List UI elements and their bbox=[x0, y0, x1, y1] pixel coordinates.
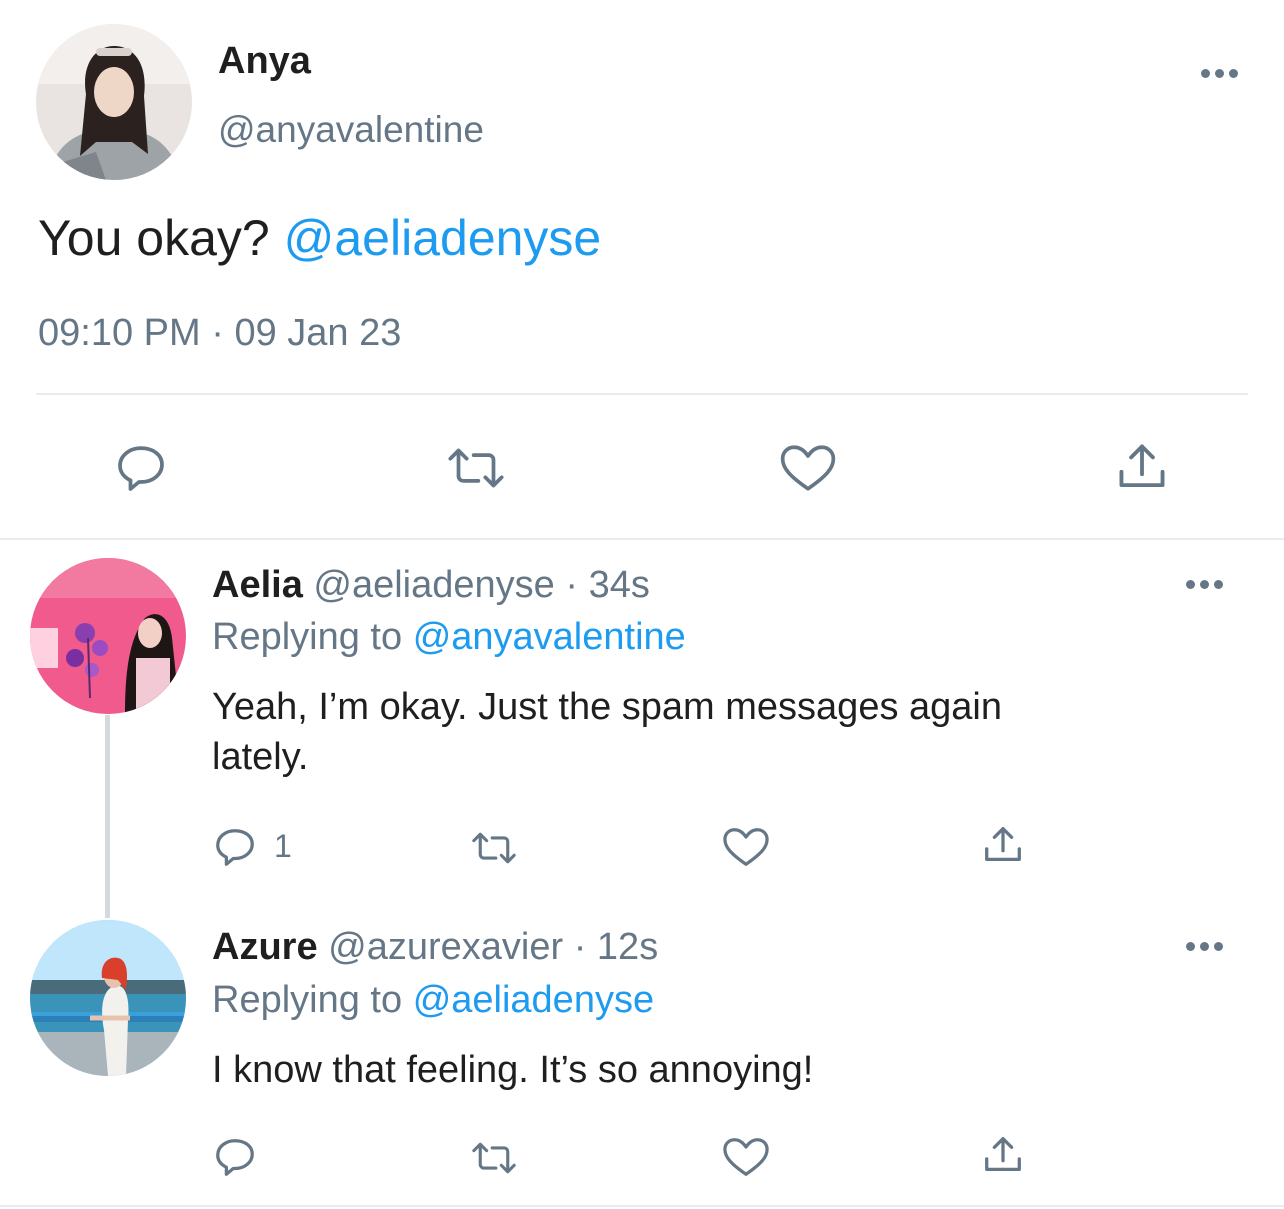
reply-text: Yeah, I’m okay. Just the spam messages a… bbox=[212, 682, 1002, 782]
speech-bubble-icon bbox=[118, 446, 164, 491]
reply-more-options-button[interactable] bbox=[1186, 942, 1223, 951]
replying-to-line: Replying to @anyavalentine bbox=[212, 614, 686, 660]
reply-header: Aelia @aeliadenyse · 34s bbox=[212, 562, 650, 608]
reply-more-options-button[interactable] bbox=[1186, 580, 1223, 589]
reply-age: 34s bbox=[588, 564, 650, 606]
reply-author-handle[interactable]: @aeliadenyse bbox=[313, 564, 554, 606]
replying-to-handle[interactable]: @aeliadenyse bbox=[413, 979, 654, 1021]
reply-button[interactable] bbox=[212, 824, 258, 870]
retweet-button[interactable] bbox=[466, 1136, 522, 1180]
retweet-button[interactable] bbox=[466, 826, 522, 870]
reply-button[interactable] bbox=[212, 1134, 258, 1180]
like-button[interactable] bbox=[721, 1134, 771, 1180]
avatar-aelia[interactable] bbox=[30, 558, 186, 714]
reply-text: I know that feeling. It’s so annoying! bbox=[212, 1049, 814, 1091]
more-options-icon bbox=[1186, 580, 1195, 589]
retweet-button[interactable] bbox=[441, 440, 511, 496]
share-button[interactable] bbox=[1113, 438, 1171, 496]
like-button[interactable] bbox=[721, 824, 771, 870]
share-button[interactable] bbox=[980, 1132, 1026, 1178]
replying-to-handle[interactable]: @anyavalentine bbox=[413, 616, 686, 658]
avatar-aelia-image bbox=[30, 558, 186, 714]
tweet-mention-link[interactable]: @aeliadenyse bbox=[284, 210, 602, 266]
reply-text-line-1: Yeah, I’m okay. Just the spam messages a… bbox=[212, 686, 1002, 728]
more-options-button[interactable] bbox=[1201, 69, 1238, 78]
reply-author-name[interactable]: Azure bbox=[212, 926, 318, 968]
tweet-divider bbox=[36, 393, 1248, 395]
share-upload-icon bbox=[985, 1137, 1021, 1172]
bottom-divider bbox=[0, 1205, 1284, 1207]
more-options-icon bbox=[1201, 69, 1210, 78]
reply-author-handle[interactable]: @azurexavier bbox=[328, 926, 563, 968]
reply-count: 1 bbox=[274, 828, 292, 864]
replying-to-label: Replying to bbox=[212, 979, 403, 1021]
share-upload-icon bbox=[1119, 444, 1165, 488]
speech-bubble-icon bbox=[216, 829, 254, 866]
reply-dot: · bbox=[573, 926, 587, 968]
tweet-date: 09 Jan 23 bbox=[234, 312, 402, 354]
avatar-azure-image bbox=[30, 920, 186, 1076]
share-upload-icon bbox=[985, 827, 1021, 862]
heart-icon bbox=[723, 828, 769, 866]
heart-icon bbox=[723, 1138, 769, 1176]
avatar-azure[interactable] bbox=[30, 920, 186, 1076]
reply-age: 12s bbox=[596, 926, 659, 968]
tweet-text: You okay? @aeliadenyse bbox=[38, 208, 601, 268]
reply-text-line-2: lately. bbox=[212, 736, 309, 778]
author-name[interactable]: Anya bbox=[218, 38, 311, 84]
section-divider bbox=[0, 538, 1284, 540]
tweet-time-separator: · bbox=[211, 312, 224, 354]
reply-button[interactable] bbox=[113, 440, 169, 496]
avatar-anya-image bbox=[36, 24, 192, 180]
heart-icon bbox=[780, 445, 836, 491]
reply-header: Azure @azurexavier · 12s bbox=[212, 924, 658, 970]
more-options-icon bbox=[1186, 942, 1195, 951]
tweet-text-body: You okay? bbox=[38, 210, 270, 266]
thread-line bbox=[105, 715, 110, 918]
share-button[interactable] bbox=[980, 822, 1026, 868]
replying-to-label: Replying to bbox=[212, 616, 403, 658]
tweet-time: 09:10 PM bbox=[38, 312, 201, 354]
retweet-arrows-icon bbox=[448, 448, 504, 488]
retweet-arrows-icon bbox=[472, 1142, 516, 1174]
retweet-arrows-icon bbox=[472, 832, 516, 864]
avatar-anya[interactable] bbox=[36, 24, 192, 180]
speech-bubble-icon bbox=[216, 1139, 254, 1176]
replying-to-line: Replying to @aeliadenyse bbox=[212, 977, 654, 1023]
reply-dot: · bbox=[565, 564, 579, 606]
like-button[interactable] bbox=[778, 440, 838, 496]
tweet-timestamp: 09:10 PM · 09 Jan 23 bbox=[38, 310, 401, 356]
author-handle[interactable]: @anyavalentine bbox=[218, 108, 484, 152]
reply-author-name[interactable]: Aelia bbox=[212, 564, 303, 606]
